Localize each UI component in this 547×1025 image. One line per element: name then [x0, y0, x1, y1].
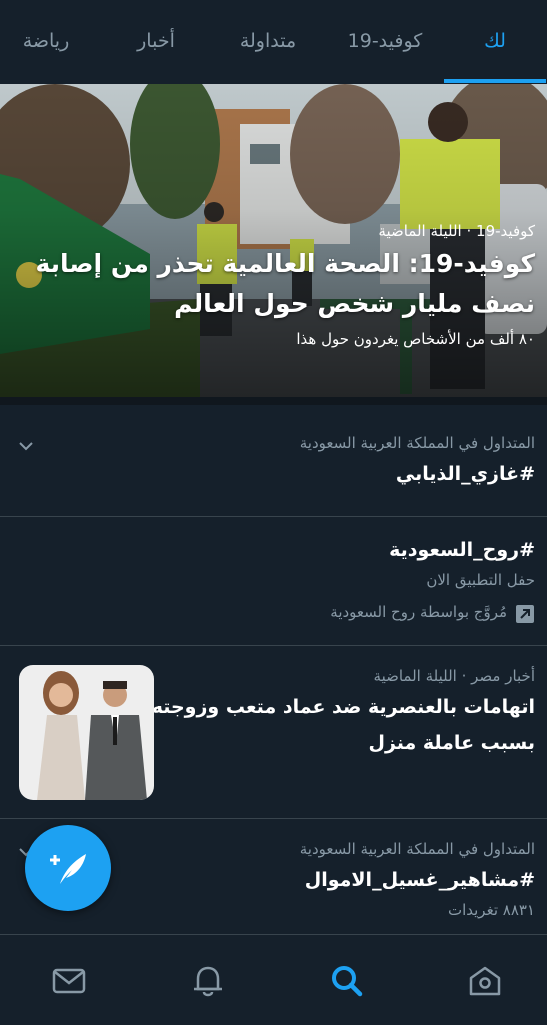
trend-title: #مشاهير_غسيل_الاموال [304, 869, 535, 891]
tab-trending[interactable]: متداولة [222, 30, 314, 62]
hero-title: كوفيد-19: الصحة العالمية تحذر من إصابة ن… [35, 249, 535, 318]
notifications-icon[interactable] [188, 961, 228, 1001]
promoted-title: #روح_السعودية [389, 539, 535, 561]
trend-context: المتداول في المملكة العربية السعودية [299, 434, 535, 452]
search-icon[interactable] [327, 961, 367, 1001]
active-tab-indicator [444, 79, 546, 83]
tab-covid[interactable]: كوفيد-19 [330, 30, 440, 62]
news-headline-line1: اتهامات بالعنصرية ضد عماد متعب وزوجته [151, 696, 535, 718]
promoted-icon [516, 605, 534, 623]
tab-for-you[interactable]: لك [444, 30, 546, 62]
trend-tweet-count: ٨٨٣١ تغريدات [447, 901, 535, 919]
tab-news[interactable]: أخبار [120, 30, 192, 62]
section-divider [0, 397, 547, 405]
trend-context: المتداول في المملكة العربية السعودية [299, 840, 535, 858]
tab-sports[interactable]: رياضة [10, 30, 82, 62]
hero-text-block: كوفيد-19 · الليلة الماضية كوفيد-19: الصح… [10, 220, 535, 350]
bottom-navigation [0, 934, 547, 1025]
compose-tweet-button[interactable] [25, 825, 111, 911]
home-icon[interactable] [465, 961, 505, 1001]
hero-story-card[interactable]: كوفيد-19 · الليلة الماضية كوفيد-19: الصح… [0, 84, 547, 397]
news-headline-line2: بسبب عاملة منزل [368, 732, 535, 754]
compose-tweet-icon [50, 854, 86, 884]
trend-title: #غازي_الذيابي [395, 463, 535, 485]
top-tabs: لك كوفيد-19 متداولة أخبار رياضة [0, 0, 547, 85]
hero-subtitle: ٨٠ ألف من الأشخاص يغردون حول هذا [296, 330, 535, 348]
messages-icon[interactable] [49, 961, 89, 1001]
news-thumbnail [19, 665, 154, 800]
promoted-by-label: مُروَّج بواسطة روح السعودية [330, 603, 507, 621]
promoted-description: حفل التطبيق الان [426, 571, 535, 589]
promoted-trend-item[interactable]: #روح_السعودية حفل التطبيق الان مُروَّج ب… [0, 517, 547, 646]
trend-item[interactable]: المتداول في المملكة العربية السعودية #غا… [0, 405, 547, 517]
hero-meta: كوفيد-19 · الليلة الماضية [378, 222, 535, 240]
news-context: أخبار مصر · الليلة الماضية [373, 667, 535, 685]
chevron-down-icon[interactable] [16, 436, 36, 456]
